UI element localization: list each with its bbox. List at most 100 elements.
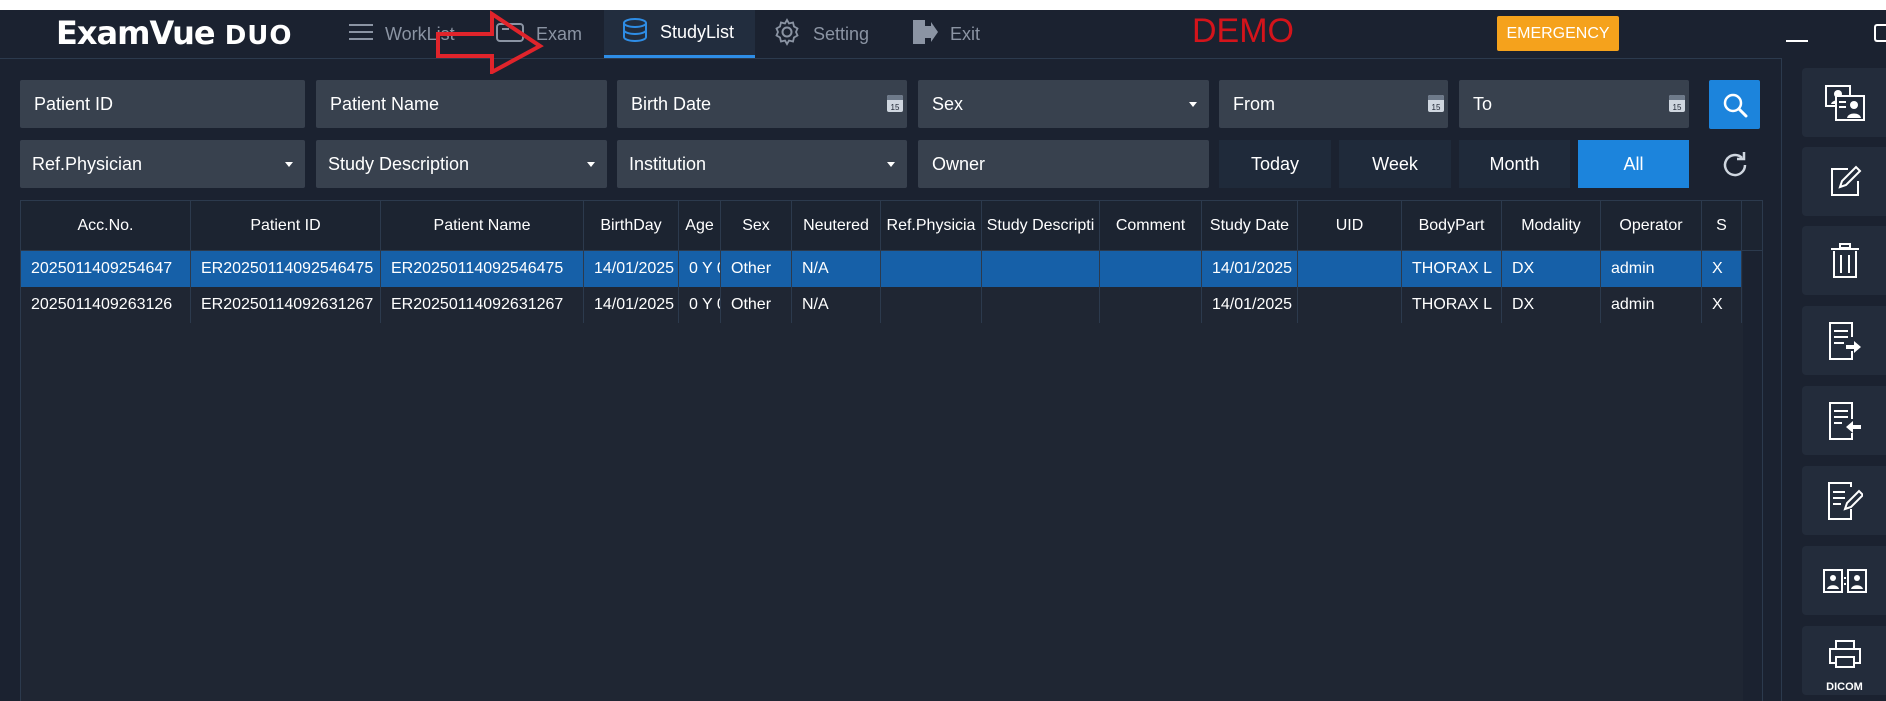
compare-icon xyxy=(1822,568,1867,593)
period-all-button[interactable]: All xyxy=(1578,140,1689,188)
table-header: Acc.No. Patient ID Patient Name BirthDay Age… xyxy=(21,201,1762,251)
table-cell: N/A xyxy=(792,251,881,287)
restore-button[interactable] xyxy=(1874,24,1886,42)
table-cell: ER20250114092546475 xyxy=(381,251,584,287)
table-cell: 2025011409263126 xyxy=(21,287,191,323)
patient-name-field[interactable]: Patient Name xyxy=(316,80,607,128)
table-cell: 0 Y 0 xyxy=(679,287,721,323)
column-header[interactable]: Study Date xyxy=(1202,201,1298,250)
table-row[interactable]: 2025011409263126 ER20250114092631267 ER202… xyxy=(21,287,1742,323)
demo-label: DEMO xyxy=(1192,12,1294,50)
column-header[interactable]: BirthDay xyxy=(584,201,679,250)
nav-label: Exit xyxy=(950,23,981,44)
edit-button[interactable] xyxy=(1802,147,1886,216)
refresh-button[interactable] xyxy=(1719,149,1751,186)
nav-exit[interactable]: Exit xyxy=(910,10,1005,58)
table-cell: 14/01/2025 xyxy=(1202,251,1298,287)
dicom-print-button[interactable]: DICOM xyxy=(1802,626,1886,695)
table-cell: 14/01/2025 xyxy=(1202,287,1298,323)
column-header[interactable]: Sex xyxy=(721,201,792,250)
nav-label: Setting xyxy=(813,23,870,44)
period-today-button[interactable]: Today xyxy=(1219,140,1331,188)
ref-physician-select[interactable]: Ref.Physician xyxy=(20,140,305,188)
column-header[interactable]: Ref.Physicia xyxy=(881,201,982,250)
table-cell: 14/01/2025 xyxy=(584,287,679,323)
nav-studylist[interactable]: StudyList xyxy=(604,10,755,58)
column-header[interactable]: Operator xyxy=(1601,201,1702,250)
from-date-field[interactable]: From 15 xyxy=(1219,80,1448,128)
table-cell: THORAX L xyxy=(1402,251,1502,287)
table-cell xyxy=(881,251,982,287)
period-week-button[interactable]: Week xyxy=(1339,140,1451,188)
column-header[interactable]: Modality xyxy=(1502,201,1601,250)
calendar-day: 15 xyxy=(1672,103,1682,112)
gear-icon xyxy=(773,17,801,51)
table-cell: DX xyxy=(1502,287,1601,323)
exit-icon xyxy=(910,17,938,52)
calendar-day: 15 xyxy=(890,103,900,112)
table-cell: Other xyxy=(721,287,792,323)
minimize-button[interactable] xyxy=(1786,40,1808,42)
field-placeholder: Ref.Physician xyxy=(32,153,143,174)
import-icon xyxy=(1828,401,1861,440)
table-cell: X xyxy=(1702,251,1742,287)
field-placeholder: Patient Name xyxy=(330,93,440,114)
compare-button[interactable] xyxy=(1802,546,1886,615)
table-cell: 2025011409254647 xyxy=(21,251,191,287)
report-button[interactable] xyxy=(1802,466,1886,535)
table-cell xyxy=(982,287,1100,323)
study-description-select[interactable]: Study Description xyxy=(316,140,607,188)
search-icon xyxy=(1723,93,1747,117)
table-cell: X xyxy=(1702,287,1742,323)
column-header[interactable]: Acc.No. xyxy=(21,201,191,250)
export-button[interactable] xyxy=(1802,306,1886,375)
field-placeholder: Institution xyxy=(629,153,707,174)
table-cell xyxy=(982,251,1100,287)
column-header[interactable]: S xyxy=(1702,201,1742,250)
dicom-label: DICOM xyxy=(1826,681,1863,693)
calendar-icon[interactable]: 15 xyxy=(1428,95,1444,112)
field-placeholder: To xyxy=(1473,93,1493,114)
owner-field[interactable]: Owner xyxy=(918,140,1209,188)
study-table: Acc.No. Patient ID Patient Name BirthDay Age… xyxy=(20,200,1763,701)
field-placeholder: Birth Date xyxy=(631,93,712,114)
search-button[interactable] xyxy=(1709,80,1760,129)
import-button[interactable] xyxy=(1802,386,1886,455)
trash-icon xyxy=(1830,242,1859,278)
red-arrow-annotation xyxy=(436,10,544,74)
column-header[interactable]: Study Descripti xyxy=(982,201,1100,250)
period-month-button[interactable]: Month xyxy=(1459,140,1570,188)
column-header[interactable]: Patient Name xyxy=(381,201,584,250)
table-row[interactable]: 2025011409254647 ER20250114092546475 ER202… xyxy=(21,251,1742,287)
column-header[interactable]: Patient ID xyxy=(191,201,381,250)
nav-setting[interactable]: Setting xyxy=(773,10,893,58)
column-header[interactable]: Age xyxy=(679,201,721,250)
table-cell: ER20250114092631267 xyxy=(191,287,381,323)
column-header[interactable]: Neutered xyxy=(792,201,881,250)
calendar-day: 15 xyxy=(1431,103,1441,112)
table-scrollbar[interactable] xyxy=(1743,251,1762,701)
action-sidebar: DICOM xyxy=(1781,58,1886,701)
column-header[interactable]: UID xyxy=(1298,201,1402,250)
sex-select[interactable]: Sex xyxy=(918,80,1209,128)
field-placeholder: Study Description xyxy=(328,153,470,174)
table-cell xyxy=(881,287,982,323)
delete-button[interactable] xyxy=(1802,226,1886,295)
table-cell: admin xyxy=(1601,287,1702,323)
calendar-icon[interactable]: 15 xyxy=(887,95,903,112)
table-cell: N/A xyxy=(792,287,881,323)
calendar-icon[interactable]: 15 xyxy=(1669,95,1685,112)
column-header[interactable]: Comment xyxy=(1100,201,1202,250)
field-placeholder: Owner xyxy=(932,153,986,174)
table-cell: 14/01/2025 xyxy=(584,251,679,287)
institution-select[interactable]: Institution xyxy=(617,140,907,188)
table-cell: DX xyxy=(1502,251,1601,287)
to-date-field[interactable]: To 15 xyxy=(1459,80,1689,128)
birth-date-field[interactable]: Birth Date 15 xyxy=(617,80,907,128)
emergency-button[interactable]: EMERGENCY xyxy=(1497,16,1619,51)
patient-info-button[interactable] xyxy=(1802,68,1886,137)
logo-sub: DUO xyxy=(224,21,293,51)
patient-id-field[interactable]: Patient ID xyxy=(20,80,305,128)
column-header[interactable]: BodyPart xyxy=(1402,201,1502,250)
table-cell: ER20250114092631267 xyxy=(381,287,584,323)
